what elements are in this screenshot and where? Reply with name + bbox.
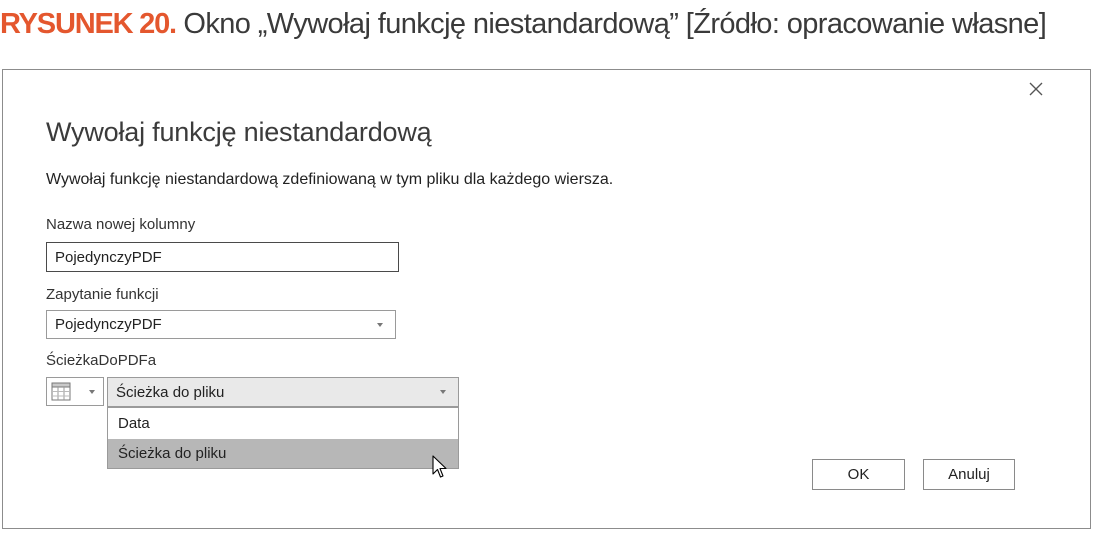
column-type-button[interactable] [46, 377, 104, 406]
table-icon [51, 382, 71, 401]
function-query-select[interactable]: PojedynczyPDF [46, 310, 396, 339]
figure-caption: RYSUNEK 20. Okno „Wywołaj funkcję niesta… [0, 4, 1101, 44]
figure-label: RYSUNEK 20. [0, 8, 177, 40]
new-column-name-label: Nazwa nowej kolumny [46, 216, 196, 233]
chevron-down-icon [440, 390, 446, 394]
chevron-down-icon [89, 389, 95, 394]
chevron-down-icon [377, 322, 383, 327]
ok-button[interactable]: OK [812, 459, 905, 490]
function-query-value: PojedynczyPDF [55, 316, 162, 333]
parameter-label: ŚcieżkaDoPDFa [46, 352, 157, 369]
parameter-select[interactable]: Ścieżka do pliku [107, 377, 459, 407]
dropdown-option-data[interactable]: Data [108, 409, 458, 438]
dialog-description: Wywołaj funkcję niestandardową zdefiniow… [46, 171, 614, 188]
parameter-dropdown-list: Data Ścieżka do pliku [107, 407, 459, 469]
close-button[interactable] [1026, 79, 1046, 99]
figure-caption-text: Okno „Wywołaj funkcję niestandardową” [Ź… [175, 8, 1047, 40]
function-query-label: Zapytanie funkcji [46, 286, 159, 303]
dialog-title: Wywołaj funkcję niestandardową [46, 117, 432, 147]
cancel-button[interactable]: Anuluj [923, 459, 1015, 490]
mouse-cursor-icon [432, 455, 447, 478]
dropdown-option-file-path[interactable]: Ścieżka do pliku [108, 439, 458, 468]
close-icon [1029, 82, 1043, 96]
new-column-name-input[interactable] [46, 242, 399, 272]
parameter-select-value: Ścieżka do pliku [116, 383, 225, 401]
